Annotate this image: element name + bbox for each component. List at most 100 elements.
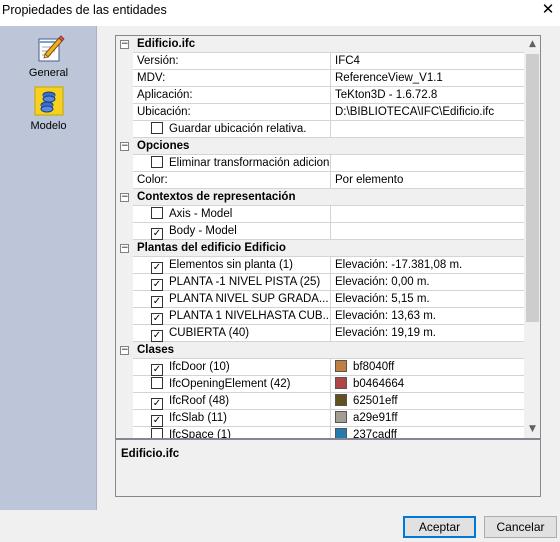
scroll-down-icon[interactable]: ▼ bbox=[524, 421, 540, 438]
collapse-icon[interactable]: − bbox=[120, 244, 129, 253]
property-value-cell[interactable]: Por elemento bbox=[331, 172, 524, 189]
property-row[interactable]: ✓ Elementos sin planta (1) Elevación: -17.… bbox=[116, 256, 524, 274]
collapse-icon[interactable]: − bbox=[120, 193, 129, 202]
checkbox[interactable] bbox=[151, 377, 163, 389]
property-value-cell[interactable]: 62501eff bbox=[331, 393, 524, 410]
checkbox[interactable]: ✓ bbox=[151, 313, 163, 325]
checkbox[interactable]: ✓ bbox=[151, 330, 163, 342]
property-name: Axis - Model bbox=[169, 208, 233, 220]
property-value-cell[interactable]: Elevación: 5,15 m. bbox=[331, 291, 524, 308]
property-value-cell[interactable]: Elevación: 13,63 m. bbox=[331, 308, 524, 325]
property-value-cell[interactable]: a29e91ff bbox=[331, 410, 524, 427]
property-row[interactable]: ✓ CUBIERTA (40) Elevación: 19,19 m. bbox=[116, 324, 524, 342]
sidebar-item-general[interactable]: General bbox=[0, 32, 97, 79]
property-value-cell[interactable]: IFC4 bbox=[331, 53, 524, 70]
category-header[interactable]: − Opciones bbox=[116, 138, 524, 155]
accept-button[interactable]: Aceptar bbox=[403, 516, 476, 538]
property-name-cell: ✓ PLANTA 1 NIVELHASTA CUB... bbox=[133, 308, 331, 325]
checkbox[interactable] bbox=[151, 428, 163, 438]
collapse-icon[interactable]: − bbox=[120, 346, 129, 355]
vertical-scrollbar[interactable]: ▲ ▼ bbox=[524, 36, 540, 438]
property-value-cell[interactable]: b0464664 bbox=[331, 376, 524, 393]
property-name-cell: ✓ IfcSlab (11) bbox=[133, 410, 331, 427]
property-row[interactable]: Axis - Model bbox=[116, 205, 524, 223]
checkbox[interactable] bbox=[151, 122, 163, 134]
property-value-cell[interactable] bbox=[331, 223, 524, 240]
property-name: IfcDoor (10) bbox=[169, 361, 230, 373]
category-header[interactable]: − Contextos de representación bbox=[116, 189, 524, 206]
row-margin bbox=[116, 171, 133, 189]
sidebar-item-modelo[interactable]: Modelo bbox=[0, 85, 97, 132]
color-swatch[interactable] bbox=[335, 360, 347, 372]
property-name: IfcSpace (1) bbox=[169, 429, 231, 439]
property-row[interactable]: ✓ PLANTA 1 NIVELHASTA CUB... Elevación: 13… bbox=[116, 307, 524, 325]
property-value-cell[interactable]: bf8040ff bbox=[331, 359, 524, 376]
checkbox[interactable]: ✓ bbox=[151, 279, 163, 291]
scroll-up-icon[interactable]: ▲ bbox=[524, 36, 540, 53]
checkbox[interactable]: ✓ bbox=[151, 415, 163, 427]
property-row[interactable]: MDV: ReferenceView_V1.1 bbox=[116, 69, 524, 87]
property-row[interactable]: ✓ PLANTA NIVEL SUP GRADA... Elevación: 5,1… bbox=[116, 290, 524, 308]
collapse-icon[interactable]: − bbox=[120, 142, 129, 151]
checkbox[interactable]: ✓ bbox=[151, 296, 163, 308]
category-header[interactable]: − Plantas del edificio Edificio bbox=[116, 240, 524, 257]
title-bar: Propiedades de las entidades ✕ bbox=[0, 0, 560, 26]
property-value-cell[interactable]: TeKton3D - 1.6.72.8 bbox=[331, 87, 524, 104]
property-value: 62501eff bbox=[353, 395, 398, 407]
checkbox[interactable]: ✓ bbox=[151, 262, 163, 274]
close-icon[interactable]: ✕ bbox=[536, 0, 560, 22]
property-name-cell: Ubicación: bbox=[133, 104, 331, 121]
category-label: Plantas del edificio Edificio bbox=[137, 242, 286, 254]
property-row[interactable]: Eliminar transformación adicion... bbox=[116, 154, 524, 172]
property-row[interactable]: ✓ IfcDoor (10) bf8040ff bbox=[116, 358, 524, 376]
row-margin bbox=[116, 375, 133, 393]
collapse-icon[interactable]: − bbox=[120, 40, 129, 49]
checkbox[interactable]: ✓ bbox=[151, 398, 163, 410]
color-swatch[interactable] bbox=[335, 394, 347, 406]
property-value: Elevación: 5,15 m. bbox=[335, 293, 430, 305]
property-value: Elevación: -17.381,08 m. bbox=[335, 259, 463, 271]
property-row[interactable]: IfcSpace (1) 237cadff bbox=[116, 426, 524, 439]
cancel-button[interactable]: Cancelar bbox=[484, 516, 557, 538]
category-header[interactable]: − Clases bbox=[116, 342, 524, 359]
property-name-cell: Color: bbox=[133, 172, 331, 189]
property-name: IfcRoof (48) bbox=[169, 395, 230, 407]
checkbox[interactable] bbox=[151, 207, 163, 219]
property-value-cell[interactable] bbox=[331, 155, 524, 172]
property-value-cell[interactable]: Elevación: 19,19 m. bbox=[331, 325, 524, 342]
property-name: Elementos sin planta (1) bbox=[169, 259, 294, 271]
property-row[interactable]: Color: Por elemento bbox=[116, 171, 524, 189]
property-row[interactable]: IfcOpeningElement (42) b0464664 bbox=[116, 375, 524, 393]
category-label: Opciones bbox=[137, 140, 190, 152]
property-value: Elevación: 13,63 m. bbox=[335, 310, 437, 322]
property-value-cell[interactable]: ReferenceView_V1.1 bbox=[331, 70, 524, 87]
scrollbar-thumb[interactable] bbox=[526, 54, 539, 322]
property-row[interactable]: ✓ Body - Model bbox=[116, 222, 524, 240]
row-margin bbox=[116, 324, 133, 342]
footer: Aceptar Cancelar bbox=[0, 510, 560, 542]
property-row[interactable]: Guardar ubicación relativa. bbox=[116, 120, 524, 138]
property-value-cell[interactable]: D:\BIBLIOTECA\IFC\Edificio.ifc bbox=[331, 104, 524, 121]
property-row[interactable]: Aplicación: TeKton3D - 1.6.72.8 bbox=[116, 86, 524, 104]
property-value-cell[interactable] bbox=[331, 121, 524, 138]
property-value-cell[interactable]: 237cadff bbox=[331, 427, 524, 438]
color-swatch[interactable] bbox=[335, 377, 347, 389]
color-swatch[interactable] bbox=[335, 428, 347, 438]
property-value-cell[interactable] bbox=[331, 206, 524, 223]
property-row[interactable]: ✓ PLANTA -1 NIVEL PISTA (25) Elevación: 0,… bbox=[116, 273, 524, 291]
property-row[interactable]: ✓ IfcSlab (11) a29e91ff bbox=[116, 409, 524, 427]
checkbox[interactable]: ✓ bbox=[151, 228, 163, 240]
property-row[interactable]: ✓ IfcRoof (48) 62501eff bbox=[116, 392, 524, 410]
property-name-cell: Versión: bbox=[133, 53, 331, 70]
property-grid: − Edificio.ifc Versión: IFC4 MDV: ReferenceVi… bbox=[115, 35, 541, 439]
category-header[interactable]: − Edificio.ifc bbox=[116, 36, 524, 53]
property-value: IFC4 bbox=[335, 55, 360, 67]
property-row[interactable]: Ubicación: D:\BIBLIOTECA\IFC\Edificio.ifc bbox=[116, 103, 524, 121]
property-name-cell: Aplicación: bbox=[133, 87, 331, 104]
checkbox[interactable]: ✓ bbox=[151, 364, 163, 376]
property-value-cell[interactable]: Elevación: 0,00 m. bbox=[331, 274, 524, 291]
property-value-cell[interactable]: Elevación: -17.381,08 m. bbox=[331, 257, 524, 274]
color-swatch[interactable] bbox=[335, 411, 347, 423]
property-row[interactable]: Versión: IFC4 bbox=[116, 52, 524, 70]
checkbox[interactable] bbox=[151, 156, 163, 168]
